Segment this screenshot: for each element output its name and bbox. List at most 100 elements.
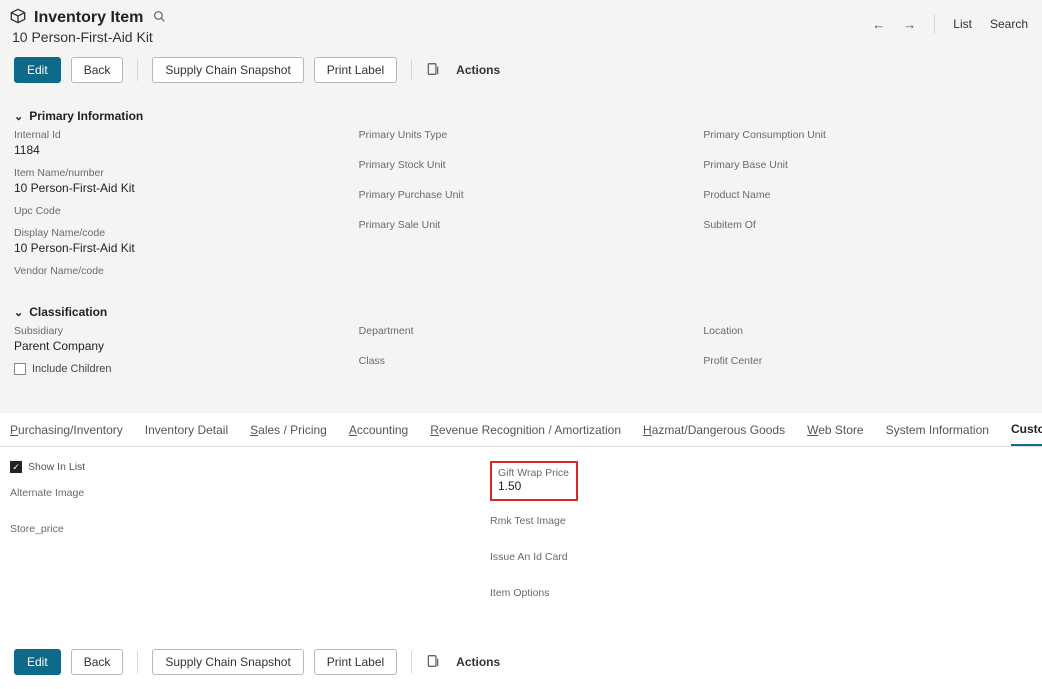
tab-revenue-recognition[interactable]: Revenue Recognition / Amortization (430, 423, 621, 445)
field-label: Internal Id (14, 129, 339, 141)
field-profit-center: Profit Center (703, 355, 1028, 367)
search-link[interactable]: Search (990, 17, 1028, 31)
field-label: Display Name/code (14, 227, 339, 239)
checkbox-show-in-list[interactable]: ✓ Show In List (10, 461, 430, 473)
field-label: Rmk Test Image (490, 515, 578, 527)
field-label: Vendor Name/code (14, 265, 339, 277)
field-label: Primary Base Unit (703, 159, 1028, 171)
action-bar-top: Edit Back Supply Chain Snapshot Print La… (0, 47, 1042, 97)
back-button[interactable]: Back (71, 57, 124, 83)
field-label: Primary Sale Unit (359, 219, 684, 231)
tab-accounting[interactable]: Accounting (349, 423, 408, 445)
tab-inventory-detail[interactable]: Inventory Detail (145, 423, 228, 445)
field-label: Profit Center (703, 355, 1028, 367)
prev-arrow[interactable]: ← (872, 17, 885, 32)
field-label: Product Name (703, 189, 1028, 201)
field-primary-purchase-unit: Primary Purchase Unit (359, 189, 684, 201)
field-label: Location (703, 325, 1028, 337)
field-upc-code: Upc Code (14, 205, 339, 217)
record-subtitle: 10 Person-First-Aid Kit (12, 29, 166, 45)
field-label: Primary Stock Unit (359, 159, 684, 171)
list-link[interactable]: List (953, 17, 972, 31)
tab-hazmat[interactable]: Hazmat/Dangerous Goods (643, 423, 785, 445)
field-label: Class (359, 355, 684, 367)
chevron-down-icon: ⌄ (14, 306, 23, 319)
separator (137, 651, 138, 673)
action-bar-bottom: Edit Back Supply Chain Snapshot Print La… (0, 639, 1042, 689)
tab-web-store[interactable]: Web Store (807, 423, 863, 445)
field-rmk-test-image: Rmk Test Image (490, 515, 578, 527)
tab-body-custom: ✓ Show In List Alternate Image Store_pri… (0, 447, 1042, 639)
next-arrow[interactable]: → (903, 17, 916, 32)
field-location: Location (703, 325, 1028, 337)
field-primary-units-type: Primary Units Type (359, 129, 684, 141)
field-label: Alternate Image (10, 487, 430, 499)
field-label: Primary Purchase Unit (359, 189, 684, 201)
section-title: Primary Information (29, 109, 143, 123)
actions-menu[interactable]: Actions (456, 655, 500, 669)
separator (137, 59, 138, 81)
section-title: Classification (29, 305, 107, 319)
page-title: Inventory Item (34, 9, 143, 27)
tab-purchasing-inventory[interactable]: Purchasing/Inventory (10, 423, 123, 445)
field-issue-an-id-card: Issue An Id Card (490, 551, 578, 563)
field-internal-id: Internal Id 1184 (14, 129, 339, 157)
tab-sales-pricing[interactable]: Sales / Pricing (250, 423, 327, 445)
field-label: Item Name/number (14, 167, 339, 179)
field-label: Primary Consumption Unit (703, 129, 1028, 141)
field-label: Upc Code (14, 205, 339, 217)
field-subsidiary: Subsidiary Parent Company (14, 325, 339, 353)
field-primary-consumption-unit: Primary Consumption Unit (703, 129, 1028, 141)
supply-chain-snapshot-button[interactable]: Supply Chain Snapshot (152, 649, 303, 675)
highlight-gift-wrap-price: Gift Wrap Price 1.50 (490, 461, 578, 501)
field-label: Primary Units Type (359, 129, 684, 141)
actions-menu[interactable]: Actions (456, 63, 500, 77)
field-value: 10 Person-First-Aid Kit (14, 241, 339, 255)
field-subitem-of: Subitem Of (703, 219, 1028, 231)
checkbox-label: Include Children (32, 363, 112, 375)
supply-chain-snapshot-button[interactable]: Supply Chain Snapshot (152, 57, 303, 83)
expand-icon[interactable] (426, 62, 440, 79)
search-icon[interactable] (153, 10, 166, 26)
print-label-button[interactable]: Print Label (314, 649, 397, 675)
edit-button[interactable]: Edit (14, 649, 61, 675)
field-primary-stock-unit: Primary Stock Unit (359, 159, 684, 171)
field-label: Subitem Of (703, 219, 1028, 231)
field-label: Store_price (10, 523, 430, 535)
field-alternate-image: Alternate Image (10, 487, 430, 499)
checkbox-icon (14, 363, 26, 375)
edit-button[interactable]: Edit (14, 57, 61, 83)
field-display-name: Display Name/code 10 Person-First-Aid Ki… (14, 227, 339, 255)
checkbox-include-children[interactable]: Include Children (14, 363, 339, 375)
field-value: 1.50 (498, 479, 570, 493)
checkbox-icon: ✓ (10, 461, 22, 473)
separator (411, 651, 412, 673)
field-label: Department (359, 325, 684, 337)
checkbox-label: Show In List (28, 461, 85, 473)
field-primary-sale-unit: Primary Sale Unit (359, 219, 684, 231)
field-value: Parent Company (14, 339, 339, 353)
field-item-name: Item Name/number 10 Person-First-Aid Kit (14, 167, 339, 195)
tab-system-information[interactable]: System Information (886, 423, 989, 445)
field-item-options: Item Options (490, 587, 578, 599)
field-label: Issue An Id Card (490, 551, 578, 563)
field-primary-base-unit: Primary Base Unit (703, 159, 1028, 171)
cube-icon (10, 8, 26, 27)
field-label: Subsidiary (14, 325, 339, 337)
field-product-name: Product Name (703, 189, 1028, 201)
field-department: Department (359, 325, 684, 337)
print-label-button[interactable]: Print Label (314, 57, 397, 83)
back-button[interactable]: Back (71, 649, 124, 675)
separator (411, 59, 412, 81)
field-store-price: Store_price (10, 523, 430, 535)
field-value: 1184 (14, 143, 339, 157)
expand-icon[interactable] (426, 654, 440, 671)
field-label: Gift Wrap Price (498, 467, 570, 479)
tab-custom[interactable]: Custom (1011, 422, 1042, 446)
field-value: 10 Person-First-Aid Kit (14, 181, 339, 195)
separator (934, 14, 935, 34)
section-classification[interactable]: ⌄ Classification (14, 305, 1028, 319)
section-primary-information[interactable]: ⌄ Primary Information (14, 109, 1028, 123)
field-label: Item Options (490, 587, 578, 599)
field-vendor-name: Vendor Name/code (14, 265, 339, 277)
